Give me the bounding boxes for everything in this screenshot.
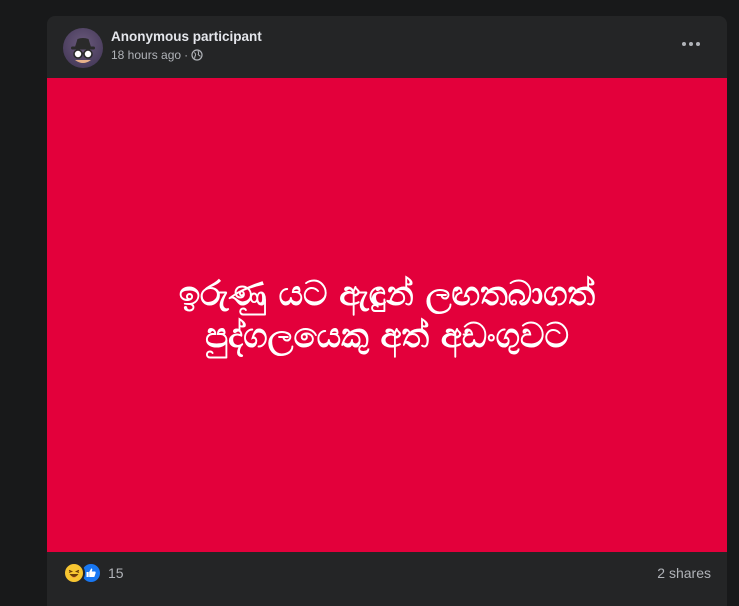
post-card: Anonymous participant 18 hours ago · ඉරු… (47, 16, 727, 606)
anonymous-incognito-icon (71, 38, 95, 63)
avatar[interactable] (63, 28, 103, 68)
meta-separator: · (184, 48, 189, 62)
post-text-line-1: ඉරුණු යට ඇඳුන් ලඟතබාගත් (178, 274, 596, 314)
reactions-summary[interactable]: 15 (63, 562, 124, 584)
post-timestamp[interactable]: 18 hours ago (111, 48, 181, 62)
post-footer: 15 2 shares (47, 552, 727, 606)
post-text: ඉරුණු යට ඇඳුන් ලඟතබාගත් පුද්ගලයෙකු අත් අ… (87, 273, 687, 357)
author-name[interactable]: Anonymous participant (111, 29, 262, 44)
reaction-count: 15 (108, 565, 124, 581)
post-text-line-2: පුද්ගලයෙකු අත් අඩංගුවට (205, 316, 569, 356)
post-header: Anonymous participant 18 hours ago · (47, 16, 727, 78)
text-post-card[interactable]: ඉරුණු යට ඇඳුන් ලඟතබාගත් පුද්ගලයෙකු අත් අ… (47, 78, 727, 552)
haha-reaction-icon (63, 562, 85, 584)
globe-icon[interactable] (191, 49, 203, 61)
shares-count[interactable]: 2 shares (657, 565, 711, 581)
post-meta: 18 hours ago · (111, 48, 203, 62)
more-options-icon[interactable] (677, 34, 705, 54)
